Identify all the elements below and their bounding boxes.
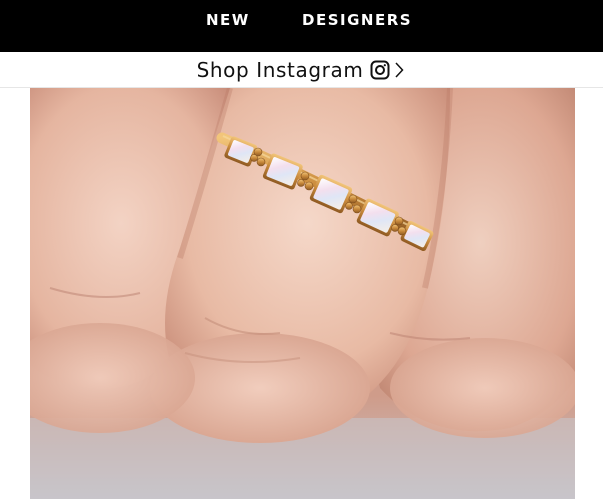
nav-new-link[interactable]: NEW: [206, 11, 250, 29]
instagram-icon: [370, 60, 390, 79]
shop-instagram-bar: Shop Instagram: [0, 52, 603, 88]
top-navigation: NEW DESIGNERS: [0, 0, 603, 52]
chevron-right-icon: [395, 61, 404, 78]
shop-instagram-label: Shop Instagram: [196, 57, 364, 82]
hand-with-opal-ring-image: [30, 88, 575, 499]
shop-instagram-link[interactable]: Shop Instagram: [197, 60, 405, 80]
hero-image[interactable]: [30, 88, 575, 499]
nav-designers-link[interactable]: DESIGNERS: [302, 11, 412, 29]
